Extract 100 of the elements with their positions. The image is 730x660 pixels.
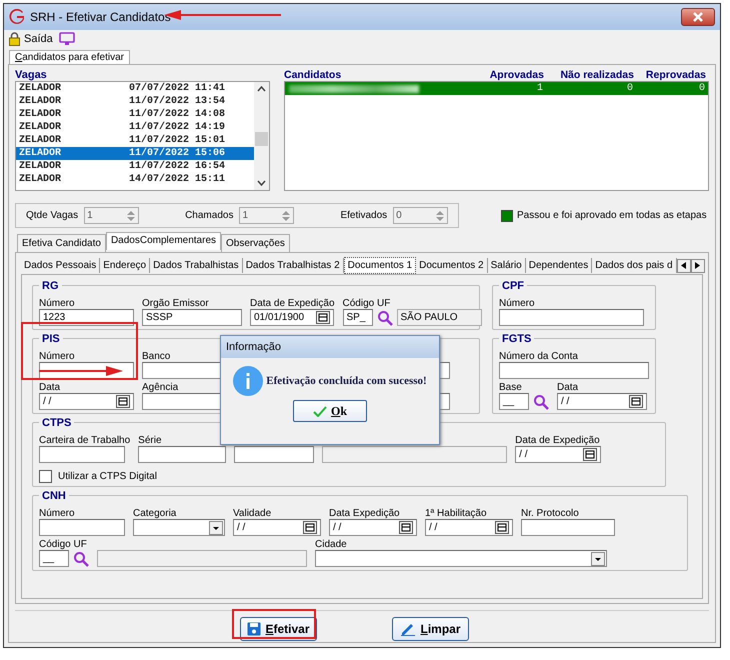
field-label: Número da Conta	[499, 351, 579, 362]
dropdown[interactable]	[315, 550, 607, 567]
date-field[interactable]: / /	[557, 393, 647, 410]
floppy-icon	[247, 622, 262, 636]
list-item[interactable]: ZELADOR 11/07/2022 14:19	[16, 121, 254, 134]
dialog-message: Efetivação concluída com sucesso!	[266, 375, 427, 387]
group-title: RG	[39, 280, 62, 292]
calendar-icon[interactable]	[399, 521, 413, 534]
code-field[interactable]: __	[499, 393, 529, 410]
tab[interactable]: Efetiva Candidato	[17, 234, 106, 252]
scrollbar[interactable]	[254, 82, 269, 190]
list-item[interactable]: ZELADOR 11/07/2022 16:54	[16, 160, 254, 173]
field-label: Código UF	[39, 539, 88, 550]
text-field[interactable]: SSSP	[142, 309, 242, 326]
group-title: CNH	[39, 490, 69, 502]
list-item[interactable]: ZELADOR 07/07/2022 11:41	[16, 82, 254, 95]
spin-field[interactable]: 0	[393, 207, 448, 224]
field-label: Data	[557, 382, 580, 393]
field-label: Data	[39, 382, 62, 393]
tab[interactable]: Observações	[221, 234, 290, 252]
calendar-icon[interactable]	[495, 521, 509, 534]
window-title: SRH - Efetivar Candidatos	[30, 10, 171, 24]
calendar-icon[interactable]	[316, 311, 330, 324]
ok-button[interactable]: Ok	[293, 400, 367, 422]
calendar-icon[interactable]	[629, 395, 643, 408]
field-label: Qtde Vagas	[26, 210, 78, 221]
field-label: Data Expedição	[329, 508, 401, 519]
date-field[interactable]: / /	[39, 393, 134, 410]
close-button[interactable]	[681, 8, 715, 26]
pencil-icon	[400, 622, 416, 636]
text-field[interactable]	[39, 446, 125, 463]
field-label: 1ª Habilitação	[425, 508, 488, 519]
dialog-title: Informação	[226, 341, 282, 353]
right-arrow-icon	[695, 262, 700, 269]
group-title: PIS	[39, 333, 63, 345]
tab[interactable]: Candidatos para efetivar	[9, 50, 130, 64]
save-button[interactable]: Efetivar	[240, 617, 317, 641]
checkmark-icon	[312, 406, 327, 416]
spin-field[interactable]: 1	[239, 207, 294, 224]
search-icon[interactable]	[533, 394, 549, 410]
calendar-icon[interactable]	[583, 448, 598, 461]
field-label: Orgão Emissor	[142, 298, 210, 309]
column-header: Candidatos	[284, 69, 342, 81]
clear-button[interactable]: Limpar	[392, 617, 469, 641]
text-field[interactable]	[499, 362, 649, 379]
description-field: SÃO PAULO	[396, 309, 482, 326]
list-item[interactable]: ZELADOR 11/07/2022 14:08	[16, 108, 254, 121]
list-item[interactable]: ZELADOR 11/07/2022 13:54	[16, 95, 254, 108]
calendar-icon[interactable]	[116, 395, 130, 408]
column-header: Não realizadas	[559, 69, 634, 81]
checkbox[interactable]	[39, 470, 52, 483]
field-label: Número	[39, 508, 76, 519]
field-label: Categoria	[133, 508, 178, 519]
date-field[interactable]: / /	[329, 519, 417, 536]
scroll-thumb[interactable]	[255, 132, 268, 146]
padlock-icon	[9, 32, 20, 46]
date-field[interactable]: 01/01/1900	[250, 309, 334, 326]
scroll-right-button[interactable]	[690, 258, 705, 272]
calendar-icon[interactable]	[303, 521, 317, 534]
group-title: CTPS	[39, 417, 74, 429]
tab[interactable]: DadosComplementares	[106, 232, 222, 250]
field-label: Número	[39, 298, 76, 309]
scroll-up-icon[interactable]	[257, 86, 266, 92]
left-arrow-icon	[681, 262, 686, 269]
field-label: Número	[39, 351, 76, 362]
code-field[interactable]: SP_	[342, 309, 373, 326]
field-label: Data de Expedição	[250, 298, 335, 309]
code-field[interactable]: __	[39, 550, 69, 567]
search-icon[interactable]	[376, 310, 393, 326]
close-icon	[693, 12, 703, 22]
field-label: Série	[138, 435, 163, 446]
field-label: Base	[499, 382, 523, 393]
field-label: Chamados	[185, 210, 234, 221]
spin-field[interactable]: 1	[84, 207, 140, 224]
info-icon	[233, 366, 264, 396]
date-field[interactable]: / /	[425, 519, 513, 536]
scroll-down-icon[interactable]	[257, 180, 266, 186]
field-label: Efetivados	[340, 210, 388, 221]
dropdown[interactable]	[133, 519, 225, 536]
text-field[interactable]	[138, 446, 226, 463]
table-row[interactable]: 1 0 0	[285, 82, 708, 95]
search-icon[interactable]	[73, 550, 89, 566]
text-field[interactable]	[234, 446, 314, 463]
list-item[interactable]: ZELADOR 11/07/2022 15:06	[16, 147, 254, 160]
date-field[interactable]: / /	[515, 446, 602, 463]
list-item[interactable]: ZELADOR 11/07/2022 15:01	[16, 134, 254, 147]
text-field[interactable]	[521, 519, 615, 536]
tab[interactable]: Documentos 1	[344, 257, 416, 274]
checkbox-label: Utilizar a CTPS Digital	[58, 471, 157, 482]
scroll-left-button[interactable]	[676, 258, 691, 272]
list-item[interactable]: ZELADOR 14/07/2022 15:11	[16, 173, 254, 186]
legend-label: Passou e foi aprovado em todas as etapas	[517, 210, 707, 221]
text-field[interactable]	[39, 519, 125, 536]
date-field[interactable]: / /	[233, 519, 321, 536]
field-label: Agência	[142, 382, 180, 393]
group-title: CPF	[499, 280, 527, 292]
field-label: Validade	[233, 508, 272, 519]
monitor-icon[interactable]	[58, 32, 75, 46]
exit-button[interactable]: Saída	[9, 32, 53, 46]
text-field[interactable]	[499, 309, 644, 326]
